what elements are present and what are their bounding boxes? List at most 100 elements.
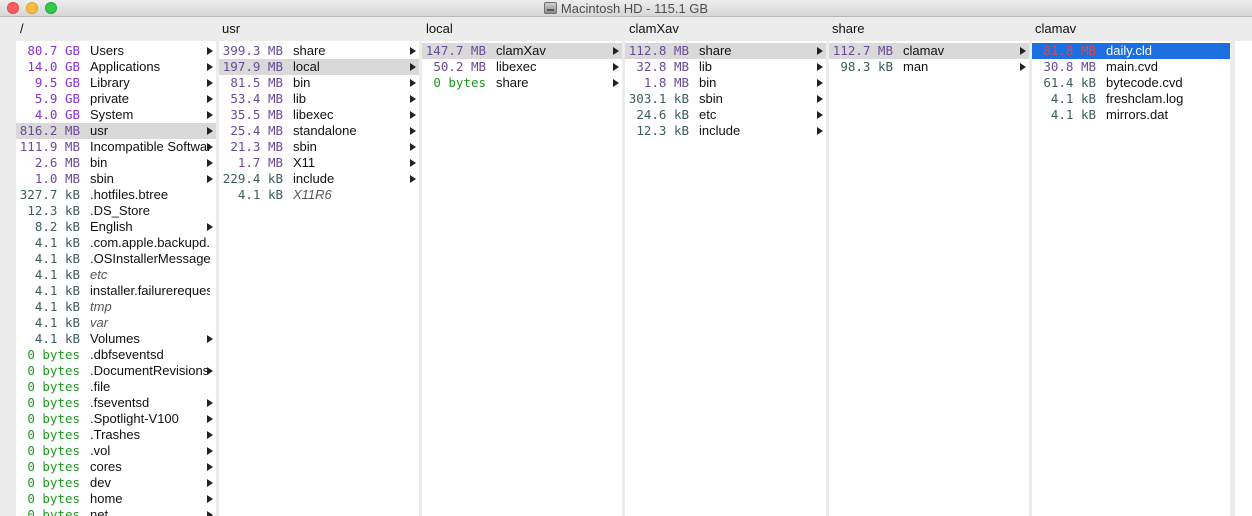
disclosure-arrow-icon[interactable] xyxy=(817,47,823,55)
folder-row[interactable]: 1.8 MB bin xyxy=(625,75,826,91)
folder-row[interactable]: 1.0 MB sbin xyxy=(16,171,216,187)
folder-row[interactable]: 1.7 MB X11 xyxy=(219,155,419,171)
folder-row[interactable]: 0 bytes .DocumentRevisions xyxy=(16,363,216,379)
folder-row[interactable]: 0 bytes .vol xyxy=(16,443,216,459)
file-row[interactable]: 4.1 kB etc xyxy=(16,267,216,283)
disclosure-arrow-icon[interactable] xyxy=(207,223,213,231)
disclosure-arrow-icon[interactable] xyxy=(207,63,213,71)
disclosure-arrow-icon[interactable] xyxy=(207,47,213,55)
file-row[interactable]: 12.3 kB .DS_Store xyxy=(16,203,216,219)
disclosure-arrow-icon[interactable] xyxy=(207,399,213,407)
disclosure-arrow-icon[interactable] xyxy=(207,367,213,375)
file-row[interactable]: 4.1 kB tmp xyxy=(16,299,216,315)
disclosure-arrow-icon[interactable] xyxy=(207,495,213,503)
disclosure-arrow-icon[interactable] xyxy=(1020,47,1026,55)
disclosure-arrow-icon[interactable] xyxy=(1020,63,1026,71)
folder-row[interactable]: 399.3 MB share xyxy=(219,43,419,59)
disclosure-arrow-icon[interactable] xyxy=(207,335,213,343)
folder-row[interactable]: 5.9 GB private xyxy=(16,91,216,107)
file-row[interactable]: 4.1 kB X11R6 xyxy=(219,187,419,203)
disclosure-arrow-icon[interactable] xyxy=(410,159,416,167)
disclosure-arrow-icon[interactable] xyxy=(207,431,213,439)
column-pane-clamav[interactable]: 81.8 MB daily.cld 30.8 MB main.cvd 61.4 kB by… xyxy=(1032,41,1230,516)
disclosure-arrow-icon[interactable] xyxy=(207,175,213,183)
folder-row[interactable]: 35.5 MB libexec xyxy=(219,107,419,123)
file-row[interactable]: 4.1 kB freshclam.log xyxy=(1032,91,1230,107)
folder-row[interactable]: 25.4 MB standalone xyxy=(219,123,419,139)
folder-row[interactable]: 80.7 GB Users xyxy=(16,43,216,59)
disclosure-arrow-icon[interactable] xyxy=(207,415,213,423)
disclosure-arrow-icon[interactable] xyxy=(207,447,213,455)
folder-row[interactable]: 0 bytes cores xyxy=(16,459,216,475)
disclosure-arrow-icon[interactable] xyxy=(207,79,213,87)
column-pane-clamxav[interactable]: 112.8 MB share 32.8 MB lib 1.8 MB bin 303.1 kB… xyxy=(625,41,826,516)
folder-row[interactable]: 147.7 MB clamXav xyxy=(422,43,622,59)
disclosure-arrow-icon[interactable] xyxy=(207,479,213,487)
folder-row[interactable]: 0 bytes .Trashes xyxy=(16,427,216,443)
disclosure-arrow-icon[interactable] xyxy=(410,47,416,55)
disclosure-arrow-icon[interactable] xyxy=(410,63,416,71)
folder-row[interactable]: 112.7 MB clamav xyxy=(829,43,1029,59)
file-row[interactable]: 4.1 kB installer.failurerequests xyxy=(16,283,216,299)
disclosure-arrow-icon[interactable] xyxy=(207,143,213,151)
file-row[interactable]: 30.8 MB main.cvd xyxy=(1032,59,1230,75)
folder-row[interactable]: 816.2 MB usr xyxy=(16,123,216,139)
folder-row[interactable]: 12.3 kB include xyxy=(625,123,826,139)
disclosure-arrow-icon[interactable] xyxy=(207,95,213,103)
folder-row[interactable]: 0 bytes share xyxy=(422,75,622,91)
disclosure-arrow-icon[interactable] xyxy=(410,111,416,119)
disclosure-arrow-icon[interactable] xyxy=(410,175,416,183)
disclosure-arrow-icon[interactable] xyxy=(207,463,213,471)
folder-row[interactable]: 112.8 MB share xyxy=(625,43,826,59)
folder-row[interactable]: 0 bytes .Spotlight-V100 xyxy=(16,411,216,427)
disclosure-arrow-icon[interactable] xyxy=(410,95,416,103)
folder-row[interactable]: 303.1 kB sbin xyxy=(625,91,826,107)
disclosure-arrow-icon[interactable] xyxy=(613,79,619,87)
disclosure-arrow-icon[interactable] xyxy=(207,127,213,135)
folder-row[interactable]: 50.2 MB libexec xyxy=(422,59,622,75)
disclosure-arrow-icon[interactable] xyxy=(410,79,416,87)
folder-row[interactable]: 81.5 MB bin xyxy=(219,75,419,91)
column-pane-usr[interactable]: 399.3 MB share 197.9 MB local 81.5 MB bin 53.4… xyxy=(219,41,419,516)
file-row[interactable]: 81.8 MB daily.cld xyxy=(1032,43,1230,59)
folder-row[interactable]: 4.1 kB Volumes xyxy=(16,331,216,347)
disclosure-arrow-icon[interactable] xyxy=(817,127,823,135)
folder-row[interactable]: 0 bytes dev xyxy=(16,475,216,491)
disclosure-arrow-icon[interactable] xyxy=(207,111,213,119)
folder-row[interactable]: 4.0 GB System xyxy=(16,107,216,123)
folder-row[interactable]: 0 bytes net xyxy=(16,507,216,516)
column-pane-share[interactable]: 112.7 MB clamav 98.3 kB man xyxy=(829,41,1029,516)
folder-row[interactable]: 24.6 kB etc xyxy=(625,107,826,123)
folder-row[interactable]: 9.5 GB Library xyxy=(16,75,216,91)
file-row[interactable]: 61.4 kB bytecode.cvd xyxy=(1032,75,1230,91)
file-row[interactable]: 4.1 kB .OSInstallerMessages xyxy=(16,251,216,267)
disclosure-arrow-icon[interactable] xyxy=(613,63,619,71)
folder-row[interactable]: 111.9 MB Incompatible Software xyxy=(16,139,216,155)
folder-row[interactable]: 0 bytes home xyxy=(16,491,216,507)
folder-row[interactable]: 98.3 kB man xyxy=(829,59,1029,75)
disclosure-arrow-icon[interactable] xyxy=(817,111,823,119)
column-pane-root[interactable]: 80.7 GB Users 14.0 GB Applications 9.5 GB Lib… xyxy=(16,41,216,516)
file-row[interactable]: 4.1 kB .com.apple.backupd. xyxy=(16,235,216,251)
folder-row[interactable]: 2.6 MB bin xyxy=(16,155,216,171)
file-row[interactable]: 4.1 kB mirrors.dat xyxy=(1032,107,1230,123)
folder-row[interactable]: 53.4 MB lib xyxy=(219,91,419,107)
folder-row[interactable]: 0 bytes .fseventsd xyxy=(16,395,216,411)
folder-row[interactable]: 229.4 kB include xyxy=(219,171,419,187)
disclosure-arrow-icon[interactable] xyxy=(207,511,213,516)
folder-row[interactable]: 32.8 MB lib xyxy=(625,59,826,75)
file-row[interactable]: 0 bytes .dbfseventsd xyxy=(16,347,216,363)
folder-row[interactable]: 21.3 MB sbin xyxy=(219,139,419,155)
folder-row[interactable]: 8.2 kB English xyxy=(16,219,216,235)
file-row[interactable]: 0 bytes .file xyxy=(16,379,216,395)
disclosure-arrow-icon[interactable] xyxy=(207,159,213,167)
folder-row[interactable]: 14.0 GB Applications xyxy=(16,59,216,75)
file-row[interactable]: 4.1 kB var xyxy=(16,315,216,331)
file-row[interactable]: 327.7 kB .hotfiles.btree xyxy=(16,187,216,203)
disclosure-arrow-icon[interactable] xyxy=(613,47,619,55)
disclosure-arrow-icon[interactable] xyxy=(817,63,823,71)
folder-row[interactable]: 197.9 MB local xyxy=(219,59,419,75)
disclosure-arrow-icon[interactable] xyxy=(817,79,823,87)
disclosure-arrow-icon[interactable] xyxy=(817,95,823,103)
column-pane-local[interactable]: 147.7 MB clamXav 50.2 MB libexec 0 bytes shar… xyxy=(422,41,622,516)
